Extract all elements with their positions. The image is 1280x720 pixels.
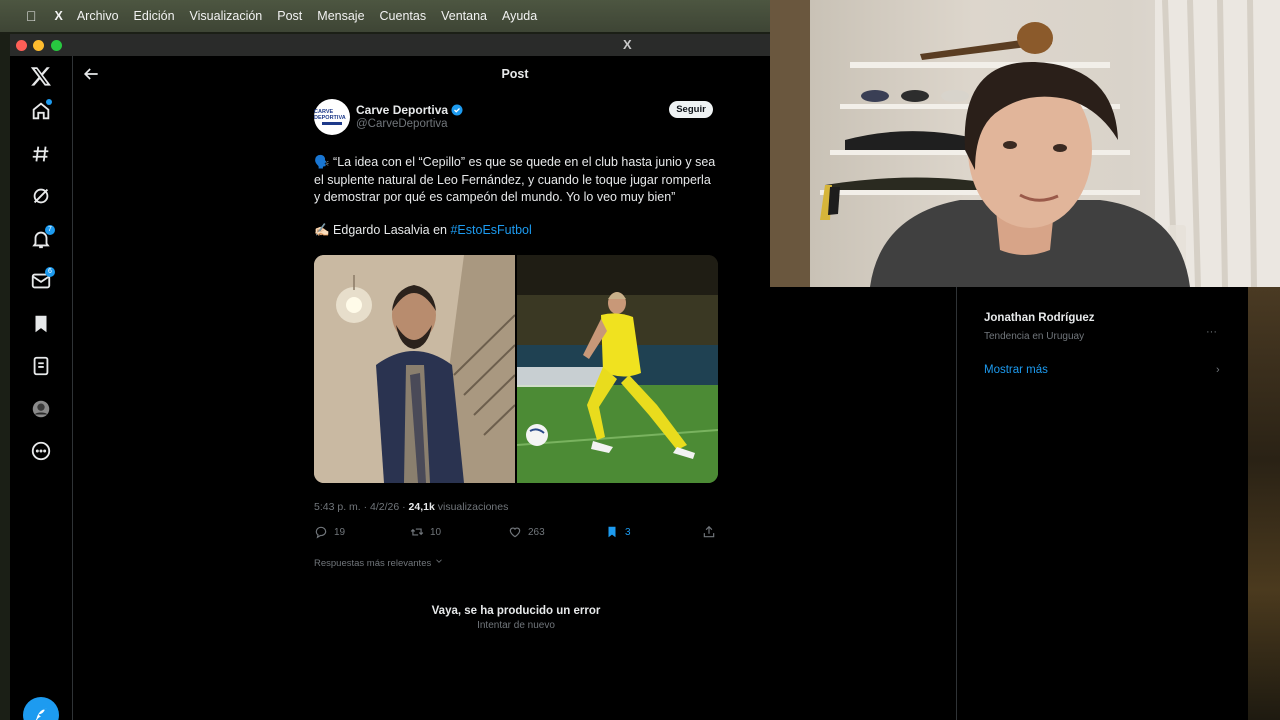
post-meta: 5:43 p. m. · 4/2/26 · 24,1k visualizacio… bbox=[314, 501, 508, 513]
views-label: visualizaciones bbox=[434, 501, 509, 513]
lists-icon[interactable] bbox=[27, 352, 55, 380]
hashtag-link[interactable]: #EstoEsFutbol bbox=[450, 223, 531, 237]
chevron-right-icon: › bbox=[1216, 364, 1220, 376]
bookmark-filled-icon bbox=[608, 526, 616, 538]
retry-link[interactable]: Intentar de nuevo bbox=[314, 620, 718, 631]
chevron-down-icon bbox=[436, 559, 442, 563]
views-count: 24,1k bbox=[408, 501, 435, 513]
reply-button[interactable]: 19 bbox=[314, 525, 345, 539]
webcam-overlay bbox=[770, 0, 1280, 287]
trend-name[interactable]: Jonathan Rodríguez bbox=[984, 312, 1095, 324]
zoom-window-button[interactable] bbox=[51, 40, 62, 51]
grok-icon[interactable] bbox=[27, 182, 55, 210]
post-text: 🗣️ “La idea con el “Cepillo” es que se q… bbox=[314, 155, 716, 204]
close-window-button[interactable] bbox=[16, 40, 27, 51]
home-unread-dot bbox=[46, 99, 52, 105]
replies-sort-dropdown[interactable]: Respuestas más relevantes bbox=[314, 556, 444, 569]
apple-icon[interactable]:  bbox=[26, 8, 37, 24]
author-avatar[interactable]: CARVE DEPORTIVA bbox=[314, 99, 350, 135]
home-icon[interactable] bbox=[27, 97, 55, 125]
share-button[interactable] bbox=[702, 525, 722, 539]
trend-context: Tendencia en Uruguay bbox=[984, 331, 1085, 342]
window-title: X bbox=[623, 37, 632, 52]
menu-visualizacion[interactable]: Visualización bbox=[190, 9, 263, 23]
menu-bar:  X Archivo Edición Visualización Post M… bbox=[0, 0, 770, 32]
media-photo-man-in-coat[interactable] bbox=[314, 255, 515, 483]
like-button[interactable]: 263 bbox=[508, 525, 545, 539]
reply-count: 19 bbox=[334, 526, 346, 538]
trend-more-icon[interactable]: ··· bbox=[1206, 326, 1217, 338]
show-more-link[interactable]: Mostrar más bbox=[984, 364, 1048, 376]
follow-button[interactable]: Seguir bbox=[669, 101, 713, 118]
author-name-text[interactable]: Carve Deportiva bbox=[356, 103, 448, 117]
sidebar-nav: 7 6 bbox=[10, 56, 73, 720]
menu-ayuda[interactable]: Ayuda bbox=[502, 9, 537, 23]
post-actions: 19 10 263 3 bbox=[314, 525, 718, 541]
x-logo-icon[interactable] bbox=[27, 62, 55, 90]
feather-icon bbox=[35, 708, 47, 720]
messages-badge: 6 bbox=[45, 267, 55, 277]
post-credit-text: ✍🏻 Edgardo Lasalvia en bbox=[314, 223, 451, 237]
compose-post-button[interactable] bbox=[23, 697, 59, 720]
heart-icon bbox=[509, 527, 521, 538]
verified-badge-icon bbox=[451, 104, 463, 116]
author-name[interactable]: Carve Deportiva bbox=[356, 103, 463, 117]
repost-button[interactable]: 10 bbox=[410, 525, 441, 539]
notifications-badge: 7 bbox=[45, 225, 55, 235]
bookmarks-icon[interactable] bbox=[27, 310, 55, 338]
share-icon bbox=[703, 525, 715, 538]
notifications-icon[interactable]: 7 bbox=[27, 225, 55, 253]
menu-archivo[interactable]: Archivo bbox=[77, 9, 119, 23]
menu-app-name[interactable]: X bbox=[55, 9, 63, 23]
post-timestamp[interactable]: 5:43 p. m. · 4/2/26 · bbox=[314, 501, 409, 513]
replies-sort-label: Respuestas más relevantes bbox=[314, 558, 432, 569]
repost-count: 10 bbox=[430, 526, 442, 538]
profile-icon[interactable] bbox=[27, 395, 55, 423]
avatar-logo-text: CARVE DEPORTIVA bbox=[314, 109, 346, 121]
post-media bbox=[314, 255, 718, 483]
menu-edicion[interactable]: Edición bbox=[134, 9, 175, 23]
like-count: 263 bbox=[528, 526, 545, 538]
menu-cuentas[interactable]: Cuentas bbox=[380, 9, 427, 23]
more-icon[interactable] bbox=[27, 437, 55, 465]
error-message: Vaya, se ha producido un error bbox=[431, 605, 601, 617]
repost-icon bbox=[410, 528, 424, 536]
bookmark-count: 3 bbox=[625, 526, 631, 538]
reply-icon bbox=[315, 526, 327, 539]
menu-mensaje[interactable]: Mensaje bbox=[317, 9, 364, 23]
minimize-window-button[interactable] bbox=[33, 40, 44, 51]
author-handle[interactable]: @CarveDeportiva bbox=[356, 118, 448, 130]
messages-icon[interactable]: 6 bbox=[27, 267, 55, 295]
avatar-logo-bar bbox=[322, 122, 342, 125]
menu-post[interactable]: Post bbox=[277, 9, 302, 23]
explore-icon[interactable] bbox=[27, 140, 55, 168]
desktop-background bbox=[1248, 287, 1280, 720]
media-photo-football-player[interactable] bbox=[517, 255, 718, 483]
menu-ventana[interactable]: Ventana bbox=[441, 9, 487, 23]
post-credit: ✍🏻 Edgardo Lasalvia en #EstoEsFutbol bbox=[314, 223, 532, 238]
bookmark-button[interactable]: 3 bbox=[605, 525, 631, 539]
